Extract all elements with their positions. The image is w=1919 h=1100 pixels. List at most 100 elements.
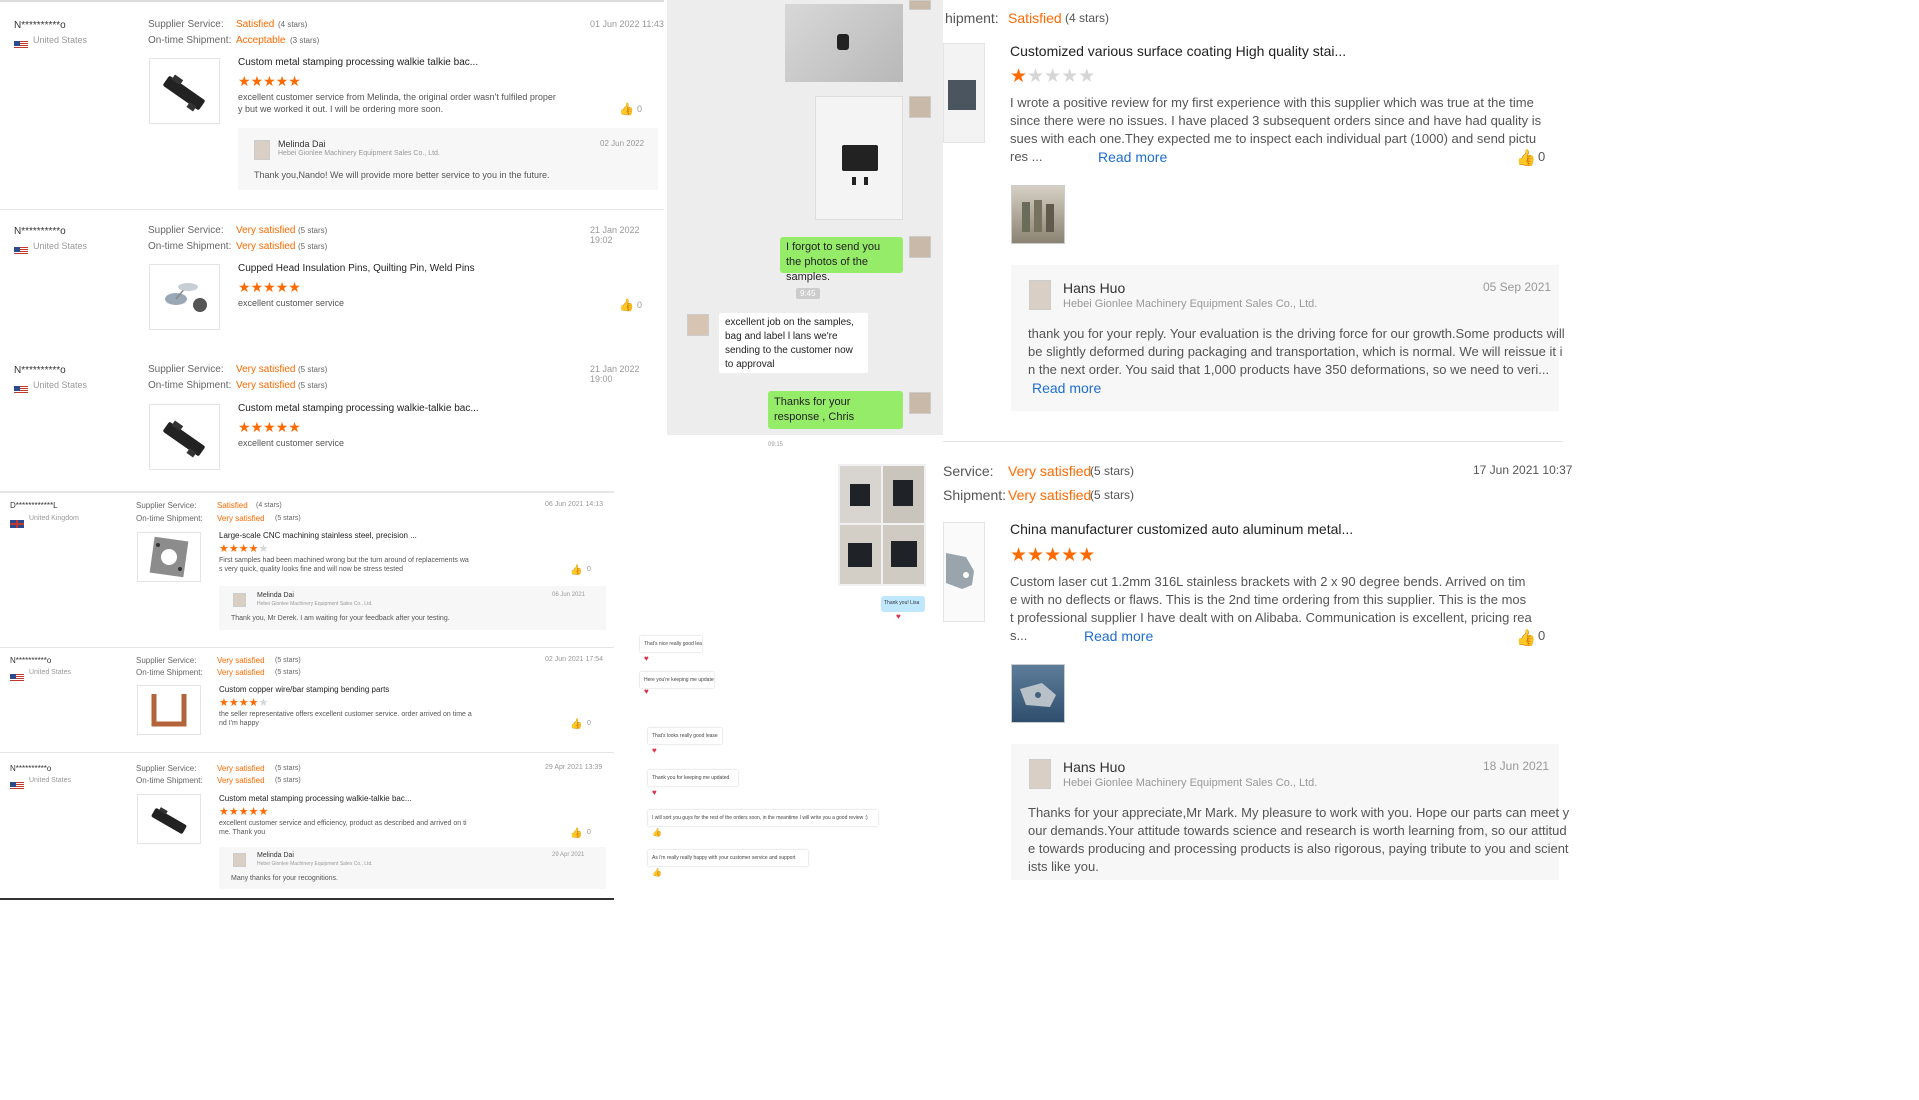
reviewer-country: United States: [33, 380, 88, 390]
chat-bubble-sent[interactable]: I forgot to send you the photos of the s…: [780, 237, 903, 283]
shipment-stars: (5 stars): [275, 515, 301, 522]
heart-icon: ♥: [644, 687, 649, 696]
service-stars: (5 stars): [1090, 464, 1135, 478]
product-title[interactable]: Custom metal stamping processing walkie-…: [219, 794, 412, 803]
product-image[interactable]: [137, 685, 201, 735]
shipment-label: On-time Shipment:: [148, 380, 232, 391]
like-count: 0: [1538, 628, 1546, 643]
photo-message[interactable]: [785, 4, 903, 82]
chat-bubble-received[interactable]: Here you're keeping me updated: [640, 672, 714, 688]
product-title[interactable]: Customized various surface coating High …: [1010, 43, 1346, 59]
like-count: 0: [587, 829, 591, 836]
review-date: 06 Jun 2021 14:13: [545, 501, 603, 508]
panel-chat-top: I forgot to send you the photos of the s…: [667, 0, 943, 435]
reply-company: Hebei Gionlee Machinery Equipment Sales …: [1063, 777, 1318, 789]
avatar: [233, 593, 246, 607]
product-image[interactable]: [149, 404, 220, 470]
review-text-line: excellent customer service: [238, 438, 345, 448]
star-icon: ★: [1061, 544, 1079, 566]
star-icon: ★: [288, 420, 301, 436]
review-card: N**********o United States Supplier Serv…: [0, 648, 614, 753]
shipment-stars: (4 stars): [1065, 11, 1110, 25]
product-image[interactable]: [137, 532, 201, 582]
star-icon: ★: [219, 805, 229, 818]
thumbs-up-icon[interactable]: 👍: [619, 102, 634, 116]
shipment-label: On-time Shipment:: [136, 514, 203, 523]
thumbs-up-icon[interactable]: 👍: [570, 719, 582, 730]
star-icon: ★: [238, 420, 251, 436]
chat-bubble-received[interactable]: That's nice really good lease: [640, 636, 702, 652]
product-image[interactable]: [943, 43, 985, 143]
review-text-line: the seller representative offers excelle…: [219, 711, 472, 718]
product-title[interactable]: Custom copper wire/bar stamping bending …: [219, 685, 389, 694]
review-date: 17 Jun 2021 10:37: [1473, 463, 1573, 477]
photo-grid-message[interactable]: [838, 464, 926, 586]
us-flag-icon: [14, 386, 28, 394]
chat-bubble-received[interactable]: As i'm really really happy with your cus…: [648, 850, 808, 866]
sent-message[interactable]: Thank you! Lisa: [881, 596, 925, 612]
product-title[interactable]: Custom metal stamping processing walkie-…: [238, 403, 479, 414]
panel-chat-bottom: 09:15 Thank you! Lisa ♥ That's nice real…: [618, 440, 940, 1100]
reply-text-line: Thanks for your appreciate,Mr Mark. My p…: [1028, 805, 1570, 820]
reply-name: Hans Huo: [1063, 280, 1126, 296]
shipment-label: On-time Shipment:: [136, 776, 203, 785]
chat-bubble-received[interactable]: excellent job on the samples, bag and la…: [718, 312, 869, 374]
service-value: Very satisfied: [217, 764, 265, 773]
reply-company: Hebei Gionlee Machinery Equipment Sales …: [257, 601, 373, 607]
read-more-link[interactable]: Read more: [1032, 380, 1101, 396]
product-title[interactable]: Cupped Head Insulation Pins, Quilting Pi…: [238, 263, 475, 274]
thumbs-up-icon[interactable]: 👍: [1516, 148, 1536, 168]
service-value: Satisfied: [217, 501, 248, 510]
reviewer-country: United States: [29, 669, 72, 676]
avatar: [254, 140, 270, 160]
product-image[interactable]: [137, 794, 201, 844]
thumbs-up-icon[interactable]: 👍: [570, 828, 582, 839]
thumbs-up-emoji-icon: 👍: [652, 868, 662, 877]
like-count: 0: [1538, 149, 1546, 164]
star-icon: ★: [1010, 65, 1028, 87]
service-label: Service:: [943, 463, 994, 479]
reply-name: Melinda Dai: [278, 139, 326, 149]
star-empty-icon: ★: [258, 542, 269, 555]
shipment-value: Acceptable: [236, 35, 286, 46]
review-photo[interactable]: [1011, 664, 1065, 723]
us-flag-icon: [14, 41, 28, 49]
read-more-link[interactable]: Read more: [1098, 149, 1167, 165]
service-value: Very satisfied: [236, 225, 296, 236]
reply-company: Hebei Gionlee Machinery Equipment Sales …: [1063, 298, 1318, 310]
reviewer-name: N**********o: [14, 20, 66, 31]
rating-stars: ★★★★★: [219, 697, 268, 709]
chat-bubble-received[interactable]: I will sort you guys for the rest of the…: [648, 810, 878, 826]
product-image[interactable]: [943, 522, 985, 622]
product-title[interactable]: China manufacturer customized auto alumi…: [1010, 521, 1353, 537]
reply-company: Hebei Gionlee Machinery Equipment Sales …: [257, 861, 373, 867]
product-title[interactable]: Large-scale CNC machining stainless stee…: [219, 531, 417, 540]
reviewer-country: United Kingdom: [29, 515, 79, 522]
us-flag-icon: [10, 674, 24, 682]
thumbs-up-icon[interactable]: 👍: [1516, 628, 1536, 648]
photo-message[interactable]: [815, 96, 903, 220]
chat-bubble-received[interactable]: Thank you for keeping me updated: [648, 770, 738, 786]
star-icon: ★: [275, 280, 289, 296]
avatar: [233, 853, 246, 867]
product-image[interactable]: [149, 58, 220, 124]
chat-bubble-received[interactable]: That's looks really good lease: [648, 728, 722, 744]
avatar: [909, 392, 931, 414]
review-date: 29 Apr 2021 13:39: [545, 764, 603, 771]
chat-bubble-sent[interactable]: Thanks for your response , Chris: [768, 391, 903, 429]
thumbs-up-icon[interactable]: 👍: [619, 298, 634, 312]
heart-icon: ♥: [652, 746, 657, 755]
star-icon: ★: [1044, 544, 1062, 566]
read-more-link[interactable]: Read more: [1084, 628, 1153, 644]
shipment-label: On-time Shipment:: [136, 668, 203, 677]
shipment-value: Satisfied: [1008, 10, 1062, 26]
reply-name: Melinda Dai: [257, 592, 294, 599]
product-title[interactable]: Custom metal stamping processing walkie …: [238, 57, 478, 68]
thumbs-up-icon[interactable]: 👍: [570, 565, 582, 576]
review-photo[interactable]: [1011, 185, 1065, 244]
shipment-value: Very satisfied: [217, 776, 265, 785]
product-image[interactable]: [149, 264, 220, 330]
thumbs-up-emoji-icon: 👍: [652, 828, 662, 837]
chat-time: 9:45: [796, 288, 820, 299]
star-icon: ★: [275, 420, 289, 436]
